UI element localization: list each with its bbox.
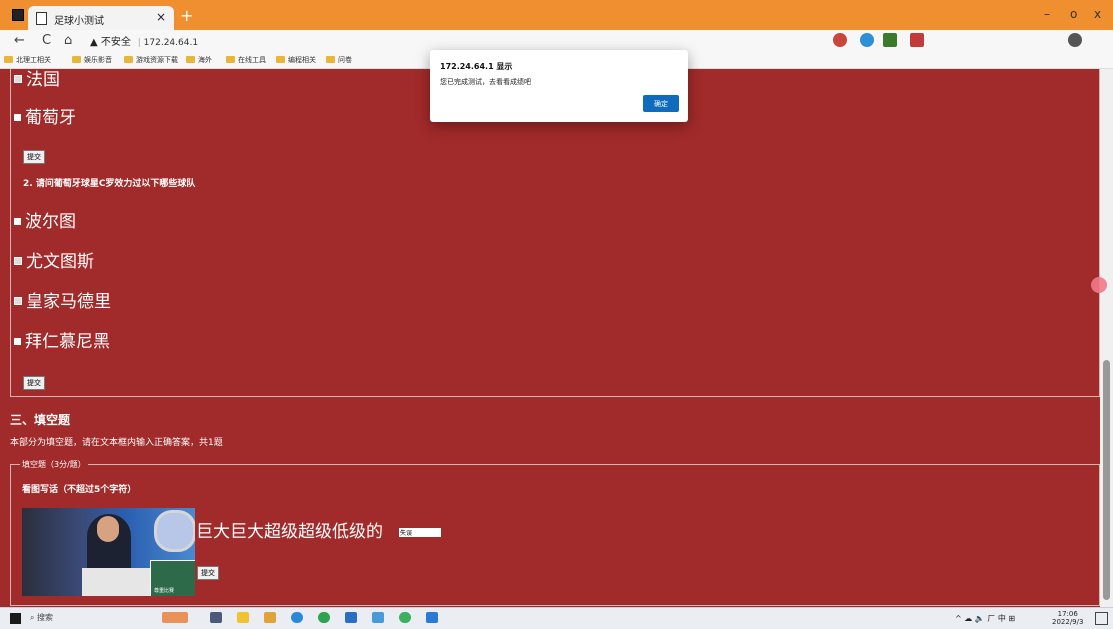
folder-icon	[186, 56, 195, 63]
folder-icon	[226, 56, 235, 63]
back-button[interactable]: ←	[14, 33, 25, 48]
notification-icon[interactable]	[1095, 612, 1108, 625]
option-juventus[interactable]: 尤文图斯	[14, 247, 94, 272]
close-window-button[interactable]: x	[1094, 7, 1101, 21]
extension-icon[interactable]	[833, 33, 847, 47]
start-icon[interactable]	[10, 613, 21, 624]
page-content: 法国 葡萄牙 提交 2. 请问葡萄牙球星C罗效力过以下哪些球队 波尔图 尤文图斯…	[0, 69, 1113, 607]
bookmark-folder[interactable]: 北理工相关	[4, 55, 51, 65]
question-2-title: 2. 请问葡萄牙球星C罗效力过以下哪些球队	[23, 179, 196, 189]
checkbox[interactable]	[14, 257, 22, 265]
inset-image: 尊重比赛	[150, 560, 195, 596]
browser-tab[interactable]: 足球小测试 ×	[28, 6, 174, 30]
checkbox[interactable]	[14, 297, 22, 305]
floating-assistant-icon[interactable]	[1091, 277, 1107, 293]
file-explorer-icon[interactable]	[237, 612, 249, 623]
bookmark-folder[interactable]: 游戏资源下载	[124, 55, 178, 65]
fieldset-legend: 填空题（3分/题）	[20, 459, 88, 470]
chat-icon[interactable]	[399, 612, 411, 623]
dialog-message: 您已完成测试，去看看成绩吧	[440, 78, 531, 86]
folder-icon	[72, 56, 81, 63]
task-view-icon[interactable]	[210, 612, 222, 623]
page-icon	[36, 12, 47, 25]
fill-question-title: 看图写话（不超过5个字符）	[22, 485, 137, 495]
option-real-madrid[interactable]: 皇家马德里	[14, 287, 111, 312]
scrollbar-thumb[interactable]	[1103, 360, 1110, 600]
dialog-title: 172.24.64.1 显示	[440, 62, 513, 71]
q1-submit-button[interactable]: 提交	[23, 150, 45, 164]
folder-icon[interactable]	[264, 612, 276, 623]
folder-icon	[124, 56, 133, 63]
clock[interactable]: 17:06 2022/9/3	[1052, 610, 1083, 626]
app-icon[interactable]	[318, 612, 330, 623]
checkbox[interactable]	[14, 338, 21, 345]
maximize-button[interactable]: o	[1070, 7, 1077, 21]
url-field[interactable]: ▲ 不安全 | 172.24.64.1	[90, 33, 790, 50]
dialog-ok-button[interactable]: 确定	[643, 95, 679, 112]
club-emblem-icon	[154, 510, 195, 552]
extension-icon[interactable]	[883, 33, 897, 47]
tab-title: 足球小测试	[54, 16, 104, 27]
checkbox[interactable]	[14, 114, 21, 121]
fill-sentence: 巨大巨大超级超级低级的	[196, 522, 383, 542]
tab-close-icon[interactable]: ×	[156, 10, 166, 24]
url-text: 172.24.64.1	[143, 38, 199, 48]
section-3-heading: 三、填空题	[10, 413, 71, 427]
home-button[interactable]: ⌂	[64, 33, 72, 48]
answer-input[interactable]	[399, 528, 441, 537]
profile-avatar[interactable]	[1068, 33, 1082, 47]
folder-icon	[4, 56, 13, 63]
checkbox[interactable]	[14, 75, 22, 83]
question-image: 尊重比赛	[22, 508, 195, 596]
folder-icon	[326, 56, 335, 63]
fill-submit-button[interactable]: 提交	[197, 566, 219, 580]
vscode-icon[interactable]	[426, 612, 438, 623]
bookmark-folder[interactable]: 海外	[186, 55, 212, 65]
option-bayern[interactable]: 拜仁慕尼黑	[14, 327, 110, 352]
extension-icon[interactable]	[860, 33, 874, 47]
window-menu-icon[interactable]	[12, 9, 24, 21]
word-icon[interactable]	[345, 612, 357, 623]
edge-icon[interactable]	[291, 612, 303, 623]
alert-dialog: 172.24.64.1 显示 您已完成测试，去看看成绩吧 确定	[430, 50, 688, 122]
q2-submit-button[interactable]: 提交	[23, 376, 45, 390]
search-highlight-icon[interactable]	[162, 612, 188, 623]
system-tray[interactable]: ^ ☁ 🔈 ㄏ 中 ⊞	[955, 613, 1015, 624]
bookmark-folder[interactable]: 编程相关	[276, 55, 316, 65]
option-porto[interactable]: 波尔图	[14, 207, 76, 232]
folder-icon	[276, 56, 285, 63]
app-icon[interactable]	[372, 612, 384, 623]
minimize-button[interactable]: –	[1044, 7, 1050, 21]
extension-icon[interactable]	[910, 33, 924, 47]
bookmark-folder[interactable]: 在线工具	[226, 55, 266, 65]
bookmark-folder[interactable]: 问卷	[326, 55, 352, 65]
refresh-button[interactable]: C	[42, 33, 51, 48]
section-3-description: 本部分为填空题，请在文本框内输入正确答案，共1题	[10, 438, 223, 448]
bookmark-folder[interactable]: 娱乐影音	[72, 55, 112, 65]
option-portugal[interactable]: 葡萄牙	[14, 103, 76, 128]
insecure-warning: ▲ 不安全	[90, 37, 131, 48]
taskbar-search[interactable]: ⌕ 搜索	[30, 612, 150, 626]
option-france[interactable]: 法国	[14, 69, 60, 90]
new-tab-button[interactable]: +	[180, 6, 193, 25]
checkbox[interactable]	[14, 218, 21, 225]
